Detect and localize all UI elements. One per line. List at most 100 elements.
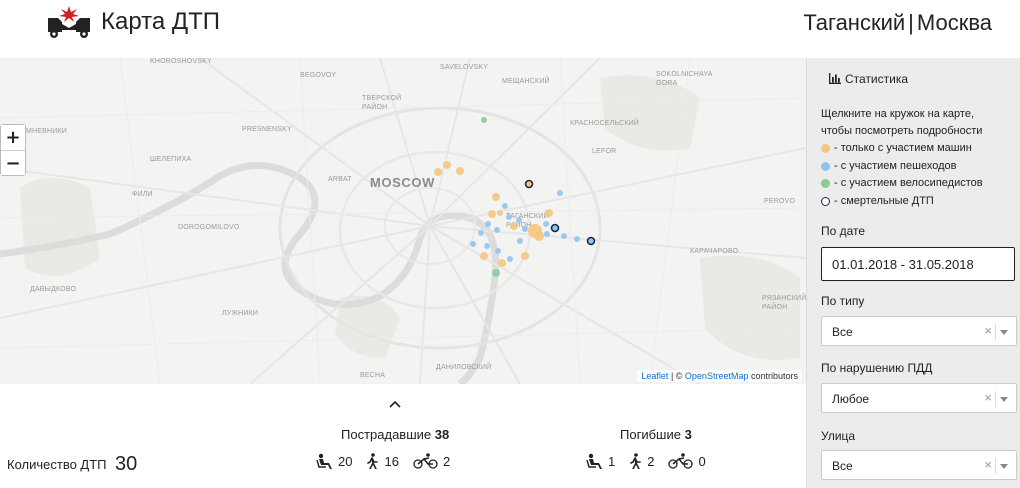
incident-marker[interactable] bbox=[510, 222, 518, 230]
clear-icon[interactable]: × bbox=[984, 323, 992, 338]
zoom-in-button[interactable]: + bbox=[1, 125, 25, 150]
incident-marker[interactable] bbox=[481, 117, 487, 123]
stats-panel: Количество ДТП 30 Пострадавшие 38 20 16 … bbox=[0, 384, 806, 488]
incident-marker[interactable] bbox=[517, 238, 523, 244]
incident-marker[interactable] bbox=[485, 221, 491, 227]
incident-marker[interactable] bbox=[456, 167, 464, 175]
street-select[interactable]: Все × bbox=[821, 450, 1017, 480]
incident-marker[interactable] bbox=[497, 210, 503, 216]
incident-marker[interactable] bbox=[557, 190, 563, 196]
legend-dot-icon bbox=[821, 144, 830, 154]
incident-marker[interactable] bbox=[484, 243, 490, 249]
killed-label: Погибшие bbox=[620, 427, 681, 442]
crash-logo-icon bbox=[48, 6, 90, 38]
type-filter-label: По типу bbox=[821, 294, 865, 308]
incident-marker[interactable] bbox=[488, 210, 496, 218]
region-title: Таганский | Москва bbox=[803, 10, 992, 36]
map-view[interactable]: KHOROSHOVSKY BEGOVOY SAVELOVSKY МЕЩАНСКИ… bbox=[0, 58, 806, 384]
incident-marker[interactable] bbox=[574, 236, 580, 242]
district-link[interactable]: Таганский bbox=[803, 10, 905, 35]
incident-marker[interactable] bbox=[544, 231, 550, 237]
seated-driver-icon bbox=[586, 453, 602, 469]
incident-marker[interactable] bbox=[480, 252, 488, 260]
pedestrian-icon bbox=[367, 453, 379, 469]
type-select[interactable]: Все × bbox=[821, 316, 1017, 346]
incident-marker[interactable] bbox=[516, 217, 522, 223]
accident-count-value: 30 bbox=[115, 453, 138, 475]
attribution-contributors: contributors bbox=[748, 371, 798, 381]
incident-marker[interactable] bbox=[534, 231, 544, 241]
select-divider bbox=[995, 458, 996, 474]
fatal-incident-marker[interactable] bbox=[524, 179, 534, 189]
injured-title: Пострадавшие 38 bbox=[341, 427, 449, 442]
map-hint: Щелкните на кружок на карте, чтобы посмо… bbox=[821, 106, 1020, 140]
tab-statistics-label: Статистика bbox=[845, 72, 909, 86]
injured-label: Пострадавшие bbox=[341, 427, 432, 442]
map-hint-line: Щелкните на кружок на карте, bbox=[821, 108, 975, 120]
date-range-input[interactable]: 01.01.2018 - 31.05.2018 bbox=[821, 247, 1015, 281]
chevron-down-icon[interactable] bbox=[1000, 330, 1008, 335]
incident-marker[interactable] bbox=[543, 221, 549, 227]
killed-title: Погибшие 3 bbox=[620, 427, 692, 442]
select-divider bbox=[995, 391, 996, 407]
incident-marker[interactable] bbox=[492, 193, 500, 201]
incident-marker[interactable] bbox=[502, 203, 508, 209]
fatal-incident-marker[interactable] bbox=[550, 223, 560, 233]
incident-marker[interactable] bbox=[470, 241, 476, 247]
violation-select-value: Любое bbox=[832, 392, 870, 406]
tab-statistics[interactable]: Статистика bbox=[829, 72, 908, 86]
incident-marker[interactable] bbox=[507, 256, 513, 262]
killed-total: 3 bbox=[684, 427, 692, 442]
app-title: Карта ДТП bbox=[101, 8, 221, 35]
map-attribution: Leaflet | © OpenStreetMap contributors bbox=[637, 370, 802, 382]
incident-marker[interactable] bbox=[434, 168, 442, 176]
killed-cyclists: 0 bbox=[668, 453, 706, 469]
killed-breakdown: 1 2 0 bbox=[586, 453, 720, 469]
legend-item-fatal: - смертельные ДТП bbox=[821, 193, 983, 211]
killed-drivers: 1 bbox=[586, 453, 615, 469]
incident-marker[interactable] bbox=[521, 252, 529, 260]
zoom-out-button[interactable]: − bbox=[1, 150, 25, 175]
incident-markers-layer bbox=[434, 117, 596, 277]
filters-sidebar: Статистика Щелкните на кружок на карте, … bbox=[806, 58, 1020, 488]
chevron-down-icon[interactable] bbox=[1000, 464, 1008, 469]
clear-icon[interactable]: × bbox=[984, 457, 992, 472]
incident-marker[interactable] bbox=[561, 233, 567, 239]
street-select-value: Все bbox=[832, 459, 853, 473]
cyclist-icon bbox=[413, 453, 438, 469]
legend-dot-icon bbox=[821, 161, 830, 171]
leaflet-link[interactable]: Leaflet bbox=[641, 371, 668, 381]
zoom-control: + − bbox=[0, 124, 26, 176]
clear-icon[interactable]: × bbox=[984, 390, 992, 405]
city-link[interactable]: Москва bbox=[917, 10, 992, 35]
incident-marker[interactable] bbox=[545, 209, 553, 217]
incident-marker[interactable] bbox=[494, 227, 500, 233]
violation-select[interactable]: Любое × bbox=[821, 383, 1017, 413]
incident-marker[interactable] bbox=[506, 214, 512, 220]
bar-chart-icon bbox=[829, 73, 841, 84]
injured-cyclists: 2 bbox=[413, 453, 450, 469]
incident-marker[interactable] bbox=[495, 248, 501, 254]
incident-marker[interactable] bbox=[443, 161, 451, 169]
incident-marker[interactable] bbox=[498, 259, 506, 267]
legend: - только с участием машин - с участием п… bbox=[821, 140, 983, 210]
incident-marker[interactable] bbox=[478, 230, 484, 236]
injured-pedestrians: 16 bbox=[366, 453, 399, 469]
incident-marker[interactable] bbox=[492, 269, 500, 277]
fatal-incident-marker[interactable] bbox=[586, 236, 596, 246]
map-hint-line: чтобы посмотреть подробности bbox=[821, 125, 983, 137]
legend-item-pedestrians: - с участием пешеходов bbox=[821, 158, 983, 176]
chevron-up-icon[interactable] bbox=[387, 398, 403, 410]
injured-total: 38 bbox=[434, 427, 450, 442]
killed-pedestrians: 2 bbox=[629, 453, 654, 469]
attribution-separator: | © bbox=[668, 371, 685, 381]
region-separator: | bbox=[908, 10, 914, 35]
pedestrian-icon bbox=[630, 453, 642, 469]
app-header: Карта ДТП Таганский | Москва bbox=[0, 0, 1020, 58]
select-divider bbox=[995, 324, 996, 340]
street-filter-label: Улица bbox=[821, 429, 856, 443]
osm-link[interactable]: OpenStreetMap bbox=[685, 371, 749, 381]
chevron-down-icon[interactable] bbox=[1000, 397, 1008, 402]
incident-marker[interactable] bbox=[522, 226, 528, 232]
legend-item-cyclists: - с участием велосипедистов bbox=[821, 175, 983, 193]
